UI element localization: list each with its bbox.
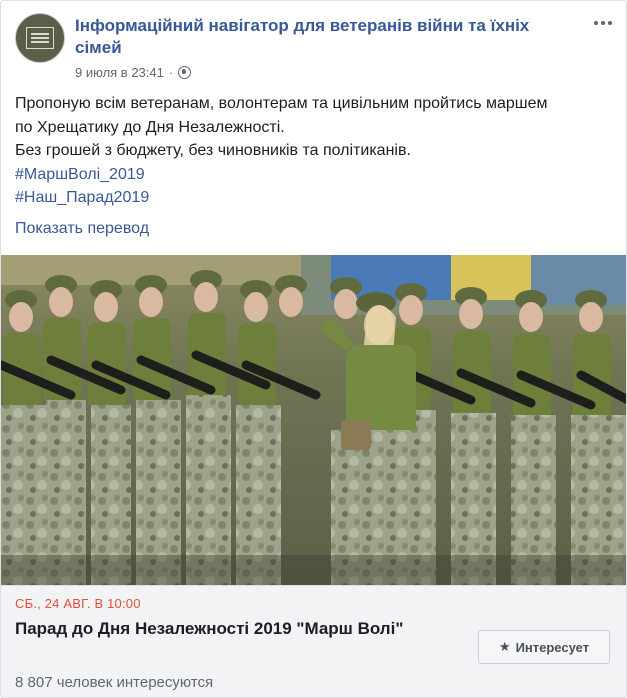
facebook-post: Інформаційний навігатор для ветеранів ві… xyxy=(0,0,627,698)
event-date: СБ., 24 АВГ. В 10:00 xyxy=(15,596,141,611)
event-title-link[interactable]: Парад до Дня Незалежності 2019 "Марш Вол… xyxy=(15,617,435,640)
interested-count: 8 807 человек интересуются xyxy=(15,674,214,691)
globe-icon[interactable] xyxy=(178,66,192,79)
show-translation-link[interactable]: Показать перевод xyxy=(15,220,149,238)
page-avatar[interactable] xyxy=(15,13,65,63)
page-name-link[interactable]: Інформаційний навігатор для ветеранів ві… xyxy=(75,15,575,59)
event-cover-photo[interactable] xyxy=(1,255,626,585)
event-card: СБ., 24 АВГ. В 10:00 Парад до Дня Незале… xyxy=(1,585,626,697)
post-text-line: Без грошей з бюджету, без чиновників та … xyxy=(15,142,411,159)
post-meta: 9 июля в 23:41 · xyxy=(75,65,192,80)
meta-separator: · xyxy=(168,65,174,80)
star-icon: ★ xyxy=(498,639,511,654)
interested-button[interactable]: ★ Интересует xyxy=(478,630,610,664)
post-text: Пропоную всім ветеранам, волонтерам та ц… xyxy=(15,92,615,210)
post-header: Інформаційний навігатор для ветеранів ві… xyxy=(15,13,615,85)
post-text-line: по Хрещатику до Дня Незалежності. xyxy=(15,118,285,136)
hashtag-link[interactable]: #МаршВолі_2019 xyxy=(15,163,145,187)
post-timestamp[interactable]: 9 июля в 23:41 xyxy=(75,65,164,80)
avatar-logo-icon xyxy=(26,27,54,49)
hashtag-link[interactable]: #Наш_Парад2019 xyxy=(15,186,149,210)
interested-button-label: Интересует xyxy=(515,639,590,655)
more-options-icon[interactable] xyxy=(591,13,615,33)
post-text-line: Пропоную всім ветеранам, волонтерам та ц… xyxy=(15,95,548,112)
parade-soldiers-image xyxy=(1,255,626,585)
